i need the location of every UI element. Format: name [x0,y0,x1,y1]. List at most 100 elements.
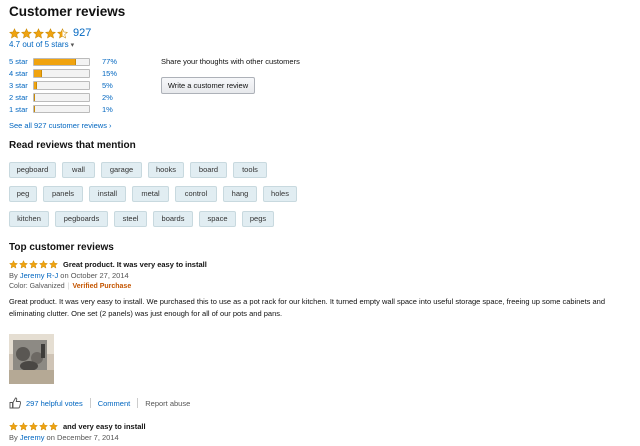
write-review-button[interactable]: Write a customer review [161,77,255,94]
mention-tag[interactable]: holes [263,186,297,202]
star-icon [39,422,48,431]
mention-tag[interactable]: hooks [148,162,184,178]
histogram-label[interactable]: 2 star [9,93,33,102]
review-date: on December 7, 2014 [46,433,119,442]
star-icon [29,260,38,269]
share-thoughts-text: Share your thoughts with other customers [161,57,300,66]
report-abuse-link[interactable]: Report abuse [145,399,190,408]
mention-tag[interactable]: garage [101,162,142,178]
histogram-fill [34,105,35,113]
mentions-heading: Read reviews that mention [9,140,136,151]
see-all-reviews-link[interactable]: See all 927 customer reviews › [9,121,112,130]
mention-tag[interactable]: control [175,186,217,202]
star-icon [29,422,38,431]
rating-count[interactable]: 927 [73,27,91,39]
histogram-row-3[interactable]: 3 star 5% [9,80,124,92]
mention-tag[interactable]: pegboards [55,211,108,227]
histogram-row-1[interactable]: 1 star 1% [9,103,124,115]
star-icon [21,27,32,38]
histogram-fill [34,94,36,101]
mention-tag[interactable]: pegs [242,211,274,227]
mention-tag[interactable]: install [89,186,126,202]
top-reviews-heading: Top customer reviews [9,242,114,253]
histogram-percent[interactable]: 15% [102,69,124,78]
review-rating[interactable]: and very easy to install [9,422,146,431]
star-icon [33,27,44,38]
histogram-fill [34,58,77,66]
histogram-label[interactable]: 1 star [9,105,33,114]
mention-tag[interactable]: kitchen [9,211,49,227]
histogram-label[interactable]: 5 star [9,57,33,66]
review-author-link[interactable]: Jeremy R-J [20,271,58,280]
histogram-percent[interactable]: 1% [102,105,124,114]
mention-tag[interactable]: tools [233,162,267,178]
mention-tag[interactable]: panels [43,186,83,202]
divider [89,398,91,408]
review-author-link[interactable]: Jeremy [20,433,45,442]
star-icon [39,260,48,269]
histogram-row-5[interactable]: 5 star 77% [9,56,124,68]
histogram-row-2[interactable]: 2 star 2% [9,91,124,103]
mention-tag[interactable]: wall [62,162,95,178]
histogram-label[interactable]: 3 star [9,81,33,90]
star-rating-icons [9,422,59,431]
histogram-bar[interactable] [33,69,90,78]
histogram-bar[interactable] [33,81,90,90]
comment-link[interactable]: Comment [98,399,131,408]
review-date: on October 27, 2014 [60,271,129,280]
mention-tag[interactable]: steel [114,211,147,227]
review-photo-thumbnail[interactable] [9,334,54,384]
histogram-label[interactable]: 4 star [9,69,33,78]
page-title: Customer reviews [9,4,126,19]
rating-out-of-text: 4.7 out of 5 stars [9,40,69,49]
histogram-percent[interactable]: 2% [102,93,124,102]
star-icon [9,27,20,38]
review-body: Great product. It was very easy to insta… [9,297,606,318]
rating-out-of-link[interactable]: 4.7 out of 5 stars ▾ [9,40,74,49]
thumbs-up-icon[interactable] [9,397,21,409]
star-rating-icons [9,27,69,39]
review-title[interactable]: and very easy to install [63,422,146,431]
histogram-percent[interactable]: 5% [102,81,124,90]
review-rating[interactable]: Great product. It was very easy to insta… [9,260,207,269]
star-icon [49,260,58,269]
histogram-bar[interactable] [33,57,90,67]
histogram-percent[interactable]: 77% [102,57,124,66]
byline-prefix: By [9,271,18,280]
verified-purchase-badge: Verified Purchase [72,283,132,290]
mention-tag[interactable]: boards [153,211,193,227]
histogram-bar[interactable] [33,104,90,114]
divider: | [67,283,70,290]
star-icon [9,422,18,431]
mention-tag[interactable]: hang [223,186,257,202]
mention-tag[interactable]: metal [132,186,169,202]
rating-histogram: 5 star 77% 4 star 15% 3 star 5% 2 star 2… [9,56,124,115]
histogram-fill [34,82,37,89]
star-icon [9,260,18,269]
mention-tag[interactable]: pegboard [9,162,56,178]
average-rating[interactable]: 927 [9,27,91,39]
mention-tag[interactable]: board [190,162,227,178]
star-icon [49,422,58,431]
histogram-bar[interactable] [33,93,90,102]
helpful-votes: 297 helpful votes [26,398,83,408]
star-icon [45,27,56,38]
histogram-fill [34,70,43,77]
star-icon [19,422,28,431]
divider [137,398,139,408]
star-icon [19,260,28,269]
review-meta: Color: Galvanized | Verified Purchase [9,283,131,290]
star-icon [57,27,68,38]
pot-rack-photo [9,334,54,384]
review-byline: By Jeremy on December 7, 2014 [9,433,119,442]
helpful-row: 297 helpful votes Comment Report abuse [9,397,190,409]
byline-prefix: By [9,433,18,442]
mention-tag[interactable]: space [199,211,236,227]
product-color: Color: Galvanized [9,283,65,290]
review-byline: By Jeremy R-J on October 27, 2014 [9,271,129,280]
histogram-row-4[interactable]: 4 star 15% [9,68,124,80]
review-title[interactable]: Great product. It was very easy to insta… [63,260,207,269]
mention-tag[interactable]: peg [9,186,37,202]
chevron-down-icon: ▾ [70,42,75,49]
star-rating-icons [9,260,59,269]
